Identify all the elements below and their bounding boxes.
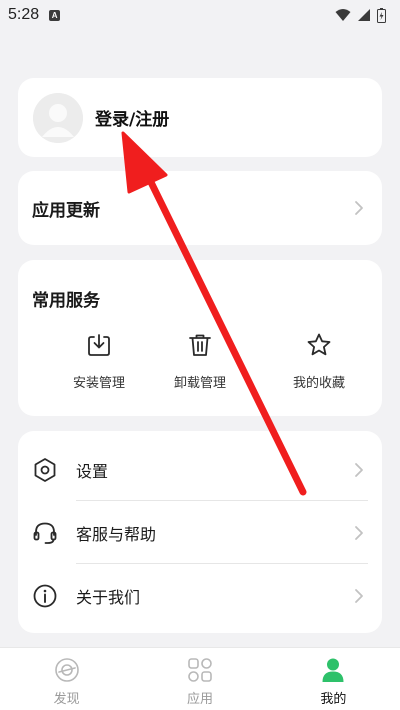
login-register-link[interactable]: 登录/注册 [95, 105, 169, 130]
status-icons [335, 7, 386, 23]
discover-icon [54, 658, 79, 682]
login-card[interactable]: 登录/注册 [18, 78, 382, 157]
bottom-nav: 发现 应用 我的 [0, 647, 400, 710]
status-time: 5:28 [8, 6, 40, 23]
customer-service-row[interactable]: 客服与帮助 [18, 501, 382, 564]
about-us-row[interactable]: 关于我们 [18, 564, 382, 627]
service-label: 我的收藏 [292, 376, 345, 391]
service-label: 卸载管理 [173, 376, 226, 391]
avatar[interactable] [33, 92, 83, 143]
wifi-icon [335, 9, 351, 21]
settings-row[interactable]: 设置 [18, 438, 382, 501]
settings-label: 设置 [76, 461, 109, 481]
headset-icon [33, 522, 57, 544]
chevron-right-icon [355, 201, 363, 215]
service-uninstall-manager[interactable]: 卸载管理 [150, 332, 250, 391]
nav-label: 应用 [186, 692, 213, 707]
profile-icon [322, 658, 344, 682]
notification-glyph: A [51, 10, 58, 20]
service-label: 安装管理 [72, 376, 125, 391]
chevron-right-icon [355, 462, 363, 477]
services-title: 常用服务 [32, 291, 100, 311]
info-icon [33, 584, 57, 607]
nav-profile[interactable]: 我的 [267, 648, 400, 710]
app-update-row[interactable]: 应用更新 [18, 171, 382, 245]
app-update-label: 应用更新 [32, 200, 100, 221]
default-avatar-icon [33, 92, 83, 143]
service-my-favorites[interactable]: 我的收藏 [269, 332, 369, 391]
trash-icon [189, 334, 211, 356]
nav-label: 发现 [53, 692, 80, 707]
chevron-right-icon [355, 525, 363, 540]
star-icon [307, 333, 331, 356]
notification-icon: A [49, 9, 61, 21]
download-icon [88, 334, 110, 356]
nav-discover[interactable]: 发现 [0, 648, 133, 710]
hexagon-settings-icon [34, 457, 56, 482]
common-services-card: 常用服务 安装管理 卸载管理 我的收藏 [18, 260, 382, 416]
nav-apps[interactable]: 应用 [133, 648, 266, 710]
settings-list-card: 设置 客服与帮助 关于我们 [18, 431, 382, 633]
apps-grid-icon [188, 658, 212, 682]
signal-icon [358, 9, 370, 21]
battery-icon [377, 7, 386, 23]
customer-service-label: 客服与帮助 [76, 524, 157, 544]
nav-label: 我的 [320, 692, 347, 707]
about-us-label: 关于我们 [76, 587, 141, 607]
chevron-right-icon [355, 588, 363, 603]
status-bar: 5:28 A [0, 0, 400, 30]
service-install-manager[interactable]: 安装管理 [49, 332, 149, 391]
